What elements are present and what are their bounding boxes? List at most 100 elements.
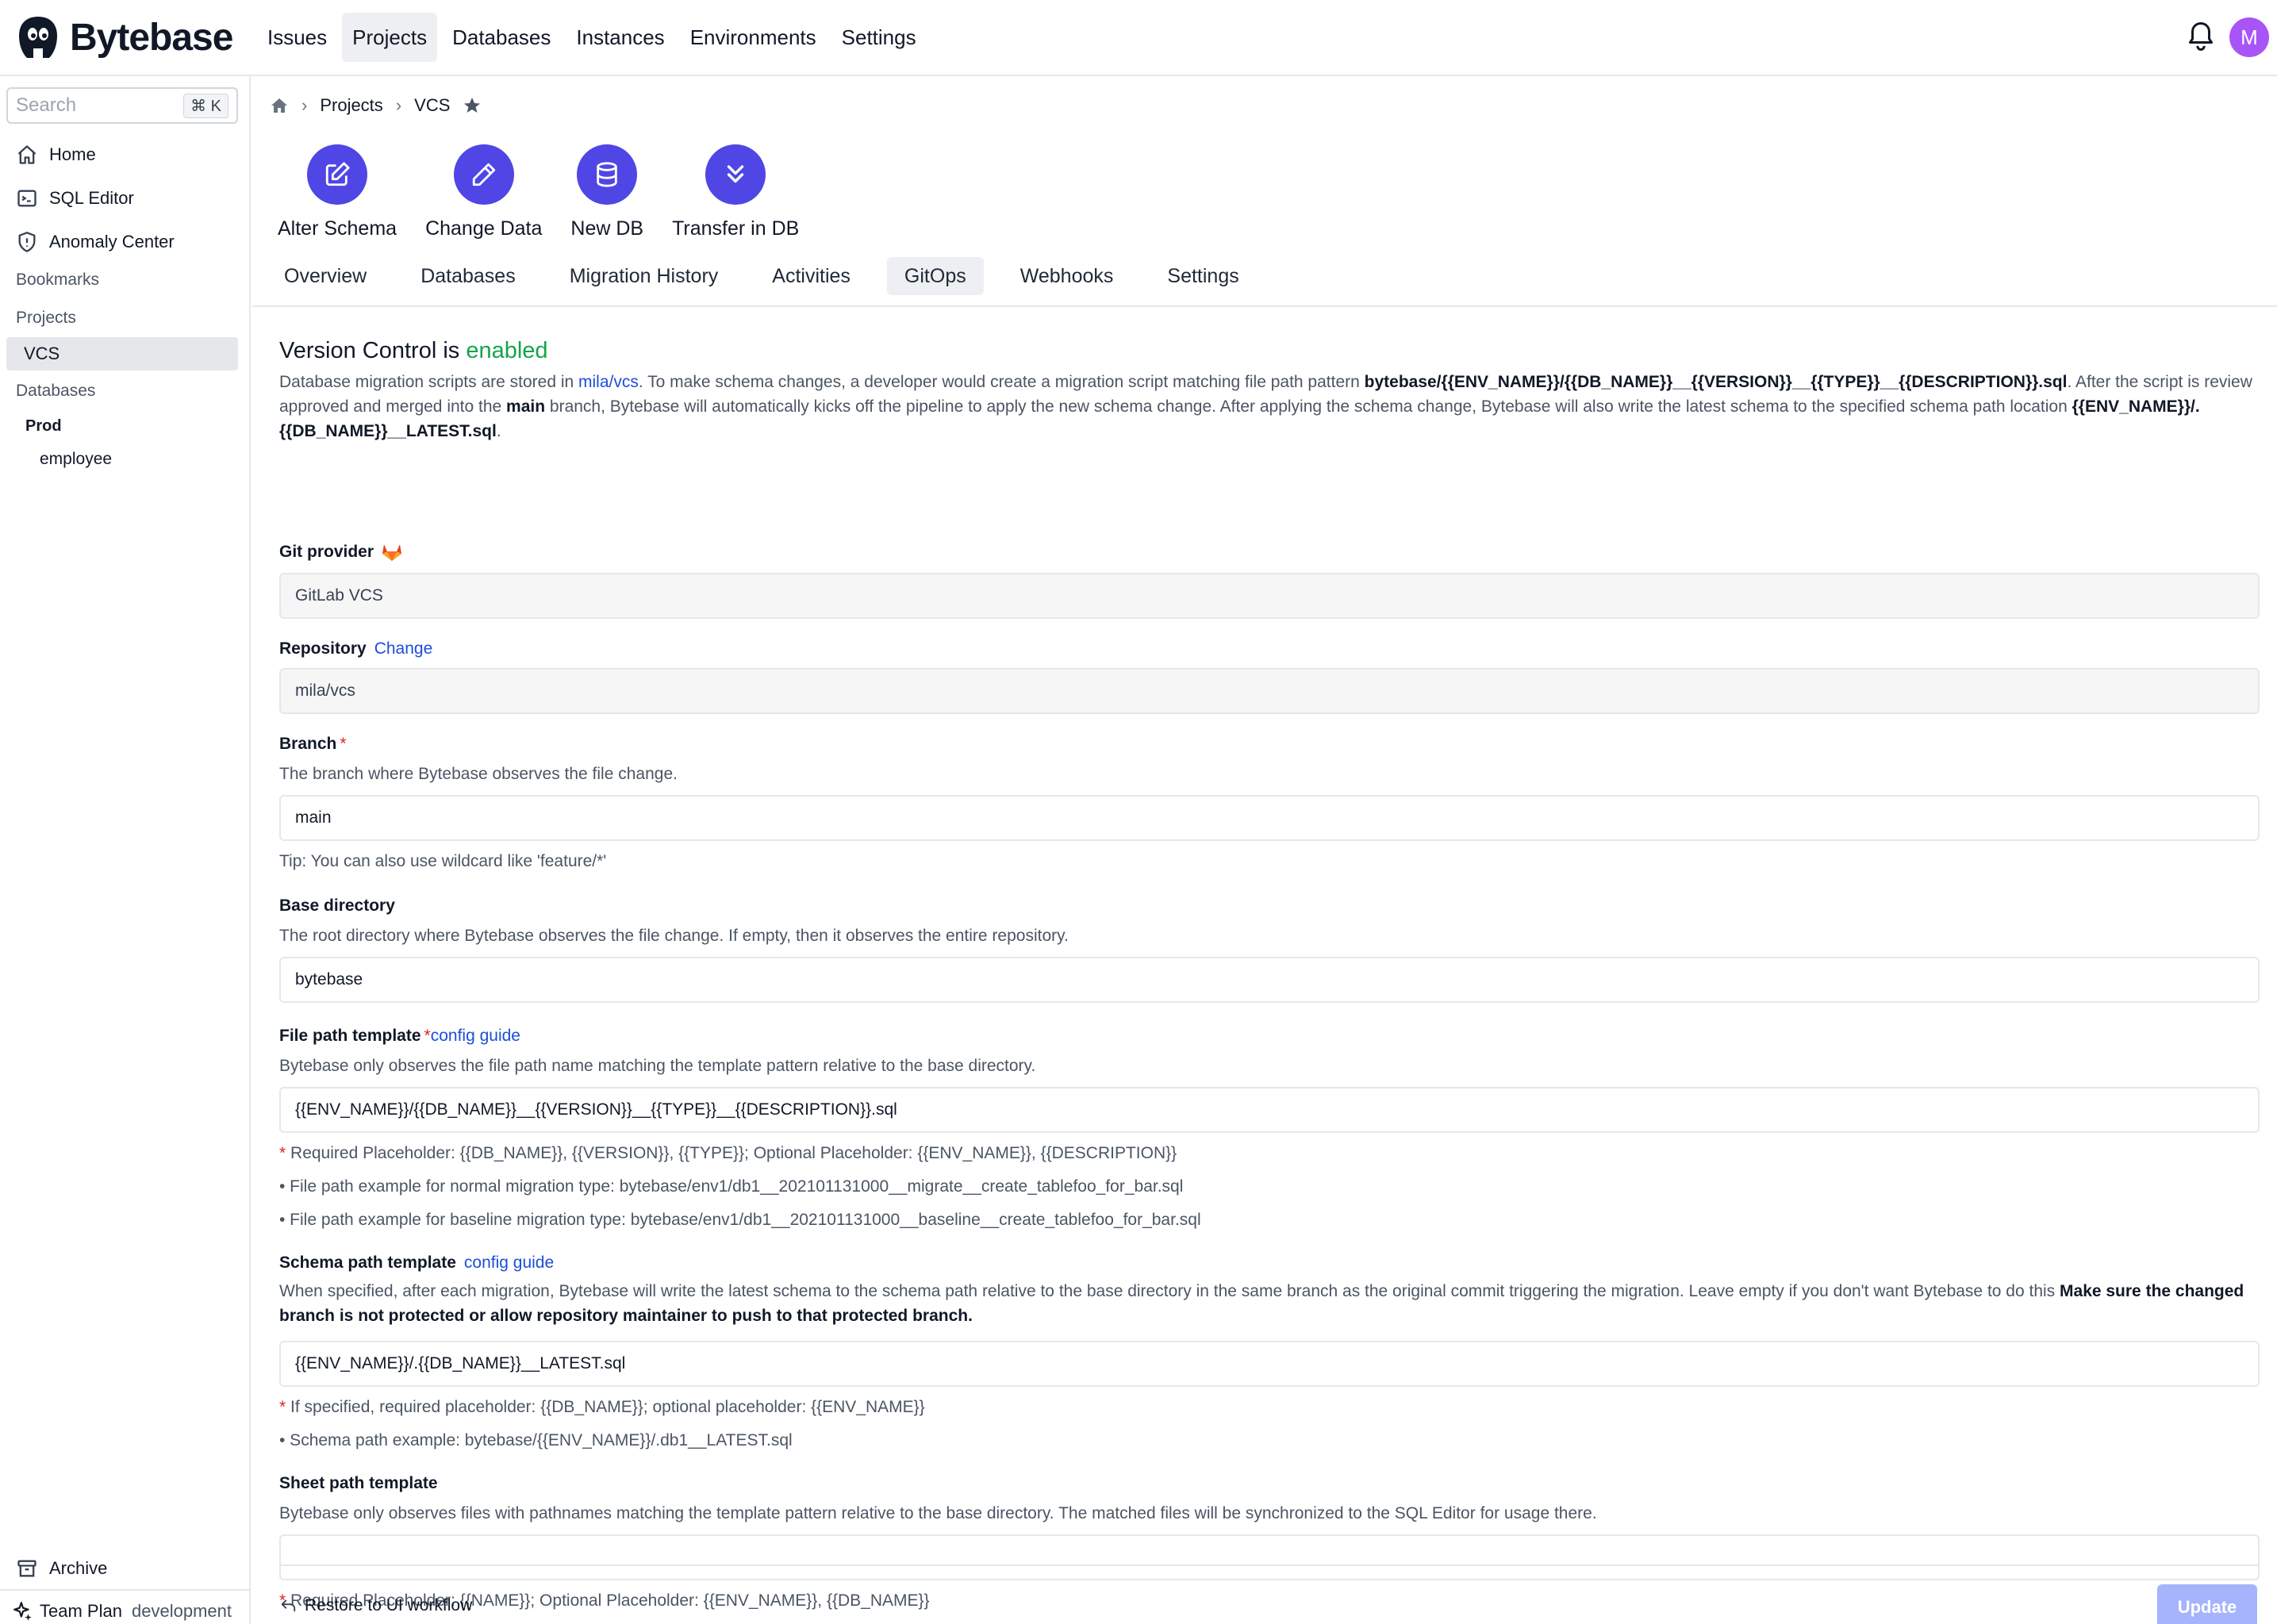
sidebar-section-bookmarks[interactable]: Bookmarks xyxy=(16,271,99,290)
tab-settings[interactable]: Settings xyxy=(1150,257,1256,295)
sidebar-item-home[interactable]: Home xyxy=(16,139,96,171)
sidebar-section-databases[interactable]: Databases xyxy=(16,382,95,401)
sidebar-item-label: Archive xyxy=(49,1558,108,1578)
base-directory-help: The root directory where Bytebase observ… xyxy=(279,927,1069,945)
repository-label: Repository Change xyxy=(279,639,433,658)
undo-arrow-icon xyxy=(281,1599,296,1612)
base-directory-label: Base directory xyxy=(279,896,395,915)
version-control-title: Version Control is enabled xyxy=(279,338,548,363)
edit-square-icon xyxy=(325,162,350,186)
new-db-button[interactable]: New DB xyxy=(570,144,643,240)
tab-activities[interactable]: Activities xyxy=(755,257,868,295)
brand-logo[interactable]: Bytebase xyxy=(14,13,233,62)
quick-action-label: Alter Schema xyxy=(278,217,397,240)
main-content: › Projects › VCS Alter Schema Change Dat… xyxy=(252,76,2277,1624)
chevron-right-icon: › xyxy=(301,95,308,115)
search-input[interactable]: Search ⌘ K xyxy=(6,87,238,124)
git-provider-label: Git provider xyxy=(279,543,402,562)
version-control-description: Database migration scripts are stored in… xyxy=(279,373,2252,440)
environment-tag: development xyxy=(132,1601,232,1621)
update-button[interactable]: Update xyxy=(2157,1584,2257,1624)
archive-icon xyxy=(17,1560,36,1577)
star-icon[interactable] xyxy=(463,96,482,115)
sidebar-item-anomaly-center[interactable]: Anomaly Center xyxy=(16,226,175,258)
nav-environments[interactable]: Environments xyxy=(680,13,827,62)
brand-name: Bytebase xyxy=(70,16,233,59)
status-enabled: enabled xyxy=(466,338,548,363)
tab-webhooks[interactable]: Webhooks xyxy=(1003,257,1131,295)
restore-ui-workflow-link[interactable]: Restore to UI workflow xyxy=(279,1596,472,1615)
quick-action-label: New DB xyxy=(570,217,644,240)
file-path-template-input[interactable]: {{ENV_NAME}}/{{DB_NAME}}__{{VERSION}}__{… xyxy=(279,1087,2260,1133)
repository-change-link[interactable]: Change xyxy=(374,639,433,658)
branch-input[interactable]: main xyxy=(279,795,2260,841)
top-bar: Bytebase Issues Projects Databases Insta… xyxy=(0,0,2277,76)
git-provider-field: GitLab VCS xyxy=(279,573,2260,619)
tab-gitops[interactable]: GitOps xyxy=(886,257,984,295)
branch-label: Branch * xyxy=(279,735,347,753)
file-path-template-help: Bytebase only observes the file path nam… xyxy=(279,1057,1036,1075)
file-path-config-guide-link[interactable]: config guide xyxy=(431,1027,520,1045)
bytebase-logo-icon xyxy=(19,17,57,58)
required-mark: * xyxy=(340,735,347,753)
nav-projects[interactable]: Projects xyxy=(342,13,438,62)
plan-label: Team Plan xyxy=(40,1601,122,1621)
sidebar-item-archive[interactable]: Archive xyxy=(16,1553,107,1584)
base-directory-input[interactable]: bytebase xyxy=(279,957,2260,1003)
nav-settings[interactable]: Settings xyxy=(831,13,927,62)
quick-action-label: Transfer in DB xyxy=(672,217,800,240)
breadcrumb-current: VCS xyxy=(414,95,451,115)
transfer-in-db-button[interactable]: Transfer in DB xyxy=(672,144,799,240)
quick-actions: Alter Schema Change Data New DB Transfer… xyxy=(278,144,799,240)
branch-tip: Tip: You can also use wildcard like 'fea… xyxy=(279,852,607,870)
sheet-path-template-help: Bytebase only observes files with pathna… xyxy=(279,1504,1597,1522)
schema-path-template-input[interactable]: {{ENV_NAME}}/.{{DB_NAME}}__LATEST.sql xyxy=(279,1341,2260,1387)
required-mark: * xyxy=(424,1027,431,1045)
home-icon xyxy=(17,145,36,164)
file-path-template-label: File path template *config guide xyxy=(279,1027,520,1045)
quick-action-circle xyxy=(577,144,638,205)
footer-divider xyxy=(279,1564,2260,1566)
notification-bell-icon[interactable] xyxy=(2187,21,2215,52)
tab-migration-history[interactable]: Migration History xyxy=(552,257,736,295)
sidebar-item-label: SQL Editor xyxy=(49,188,134,208)
repository-link[interactable]: mila/vcs xyxy=(578,373,639,391)
sidebar-item-sql-editor[interactable]: SQL Editor xyxy=(16,182,134,214)
schema-path-config-guide-link[interactable]: config guide xyxy=(464,1254,554,1273)
home-icon[interactable] xyxy=(270,96,289,115)
file-path-example-normal: • File path example for normal migration… xyxy=(279,1177,1184,1196)
chevron-right-icon: › xyxy=(395,95,402,115)
sidebar-item-database-employee[interactable]: employee xyxy=(40,450,112,469)
nav-instances[interactable]: Instances xyxy=(566,13,674,62)
user-avatar[interactable]: M xyxy=(2229,17,2269,57)
database-icon xyxy=(597,162,617,187)
chevrons-down-icon xyxy=(727,165,744,183)
schema-path-template-label: Schema path template config guide xyxy=(279,1254,555,1273)
nav-databases[interactable]: Databases xyxy=(442,13,561,62)
nav-issues[interactable]: Issues xyxy=(257,13,337,62)
sheet-path-template-input[interactable] xyxy=(279,1534,2260,1580)
sidebar-item-project-vcs[interactable]: VCS xyxy=(6,337,238,370)
branch-help: The branch where Bytebase observes the f… xyxy=(279,765,678,783)
quick-action-circle xyxy=(307,144,368,205)
schema-path-template-help: When specified, after each migration, By… xyxy=(279,1282,2244,1325)
main-nav: Issues Projects Databases Instances Envi… xyxy=(257,13,927,62)
gitlab-icon xyxy=(382,544,402,561)
terminal-icon xyxy=(17,190,36,207)
sidebar-section-projects[interactable]: Projects xyxy=(16,309,76,328)
breadcrumb: › Projects › VCS xyxy=(270,95,482,116)
sidebar-divider xyxy=(0,1589,251,1591)
sidebar-environment-prod: Prod xyxy=(25,417,62,435)
pencil-icon xyxy=(472,163,495,186)
change-data-button[interactable]: Change Data xyxy=(425,144,542,240)
tab-overview[interactable]: Overview xyxy=(267,257,384,295)
breadcrumb-projects[interactable]: Projects xyxy=(320,95,382,116)
sheet-path-template-label: Sheet path template xyxy=(279,1474,438,1492)
alter-schema-button[interactable]: Alter Schema xyxy=(278,144,397,240)
plan-badge[interactable]: Team Plan xyxy=(13,1601,122,1622)
sidebar-item-label: Anomaly Center xyxy=(49,232,175,251)
quick-action-label: Change Data xyxy=(425,217,543,240)
file-path-example-baseline: • File path example for baseline migrati… xyxy=(279,1211,1201,1229)
schema-path-example: • Schema path example: bytebase/{{ENV_NA… xyxy=(279,1431,793,1449)
tab-databases[interactable]: Databases xyxy=(403,257,533,295)
